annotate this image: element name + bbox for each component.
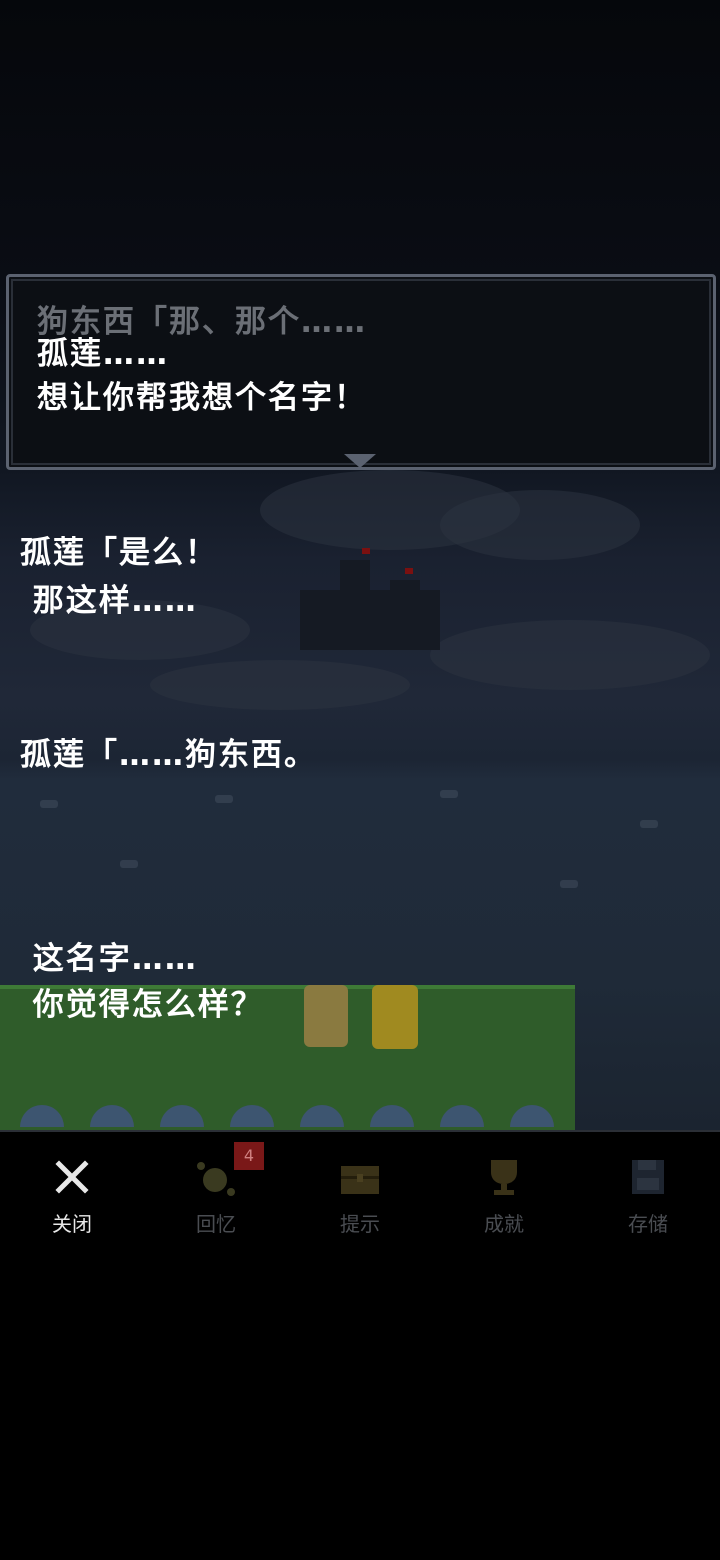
cloud — [440, 490, 640, 560]
dialog-continue-arrow-icon — [344, 454, 376, 468]
dialog-line-2: 想让你帮我想个名字！ — [37, 380, 367, 416]
tab-save-label: 存储 — [628, 1212, 668, 1236]
tab-close-label: 关闭 — [52, 1212, 92, 1236]
sea-sparkle — [440, 790, 458, 798]
tab-memory-label: 回忆 — [196, 1212, 236, 1236]
character-sprite-right — [372, 985, 418, 1049]
treasure-chest-icon — [341, 1166, 379, 1194]
story-text-3-line-1: 这名字…… — [20, 941, 198, 977]
tab-memory[interactable]: 4 回忆 — [144, 1132, 288, 1252]
tab-achievement[interactable]: 成就 — [432, 1132, 576, 1252]
story-text-1-line-1: 孤莲「是么！ — [20, 535, 218, 571]
trophy-icon — [491, 1160, 517, 1195]
tab-achievement-label: 成就 — [484, 1212, 524, 1236]
cloud — [430, 620, 710, 690]
story-text-2-line-1: 孤莲「……狗东西。 — [20, 737, 317, 773]
tab-close[interactable]: 关闭 — [0, 1132, 144, 1252]
tab-save[interactable]: 存储 — [576, 1132, 720, 1252]
cloud — [150, 660, 410, 710]
castle-tower — [390, 580, 420, 610]
story-text-1-line-2: 那这样…… — [20, 583, 198, 619]
dialog-previous-line: 狗东西「那、那个…… — [37, 304, 367, 340]
story-text-3-line-2: 你觉得怎么样？ — [20, 987, 264, 1023]
bottom-toolbar: 关闭 4 回忆 提示 成就 存储 — [0, 1130, 720, 1252]
memory-badge: 4 — [234, 1142, 264, 1170]
tab-hint-label: 提示 — [340, 1212, 380, 1236]
dialog-box[interactable]: 狗东西「那、那个…… 孤莲…… 想让你帮我想个名字！ — [6, 274, 716, 470]
tab-hint[interactable]: 提示 — [288, 1132, 432, 1252]
sea-sparkle — [560, 880, 578, 888]
castle-flag — [405, 568, 413, 574]
sea-sparkle — [640, 820, 658, 828]
castle-flag — [362, 548, 370, 554]
sea-sparkle — [120, 860, 138, 868]
castle-tower — [340, 560, 370, 600]
sea-sparkle — [215, 795, 233, 803]
close-icon — [55, 1160, 89, 1194]
sea-sparkle — [40, 800, 58, 808]
character-sprite-left — [304, 985, 348, 1047]
dialog-line-1: 孤莲…… — [37, 336, 169, 372]
floppy-disk-icon — [632, 1160, 664, 1194]
